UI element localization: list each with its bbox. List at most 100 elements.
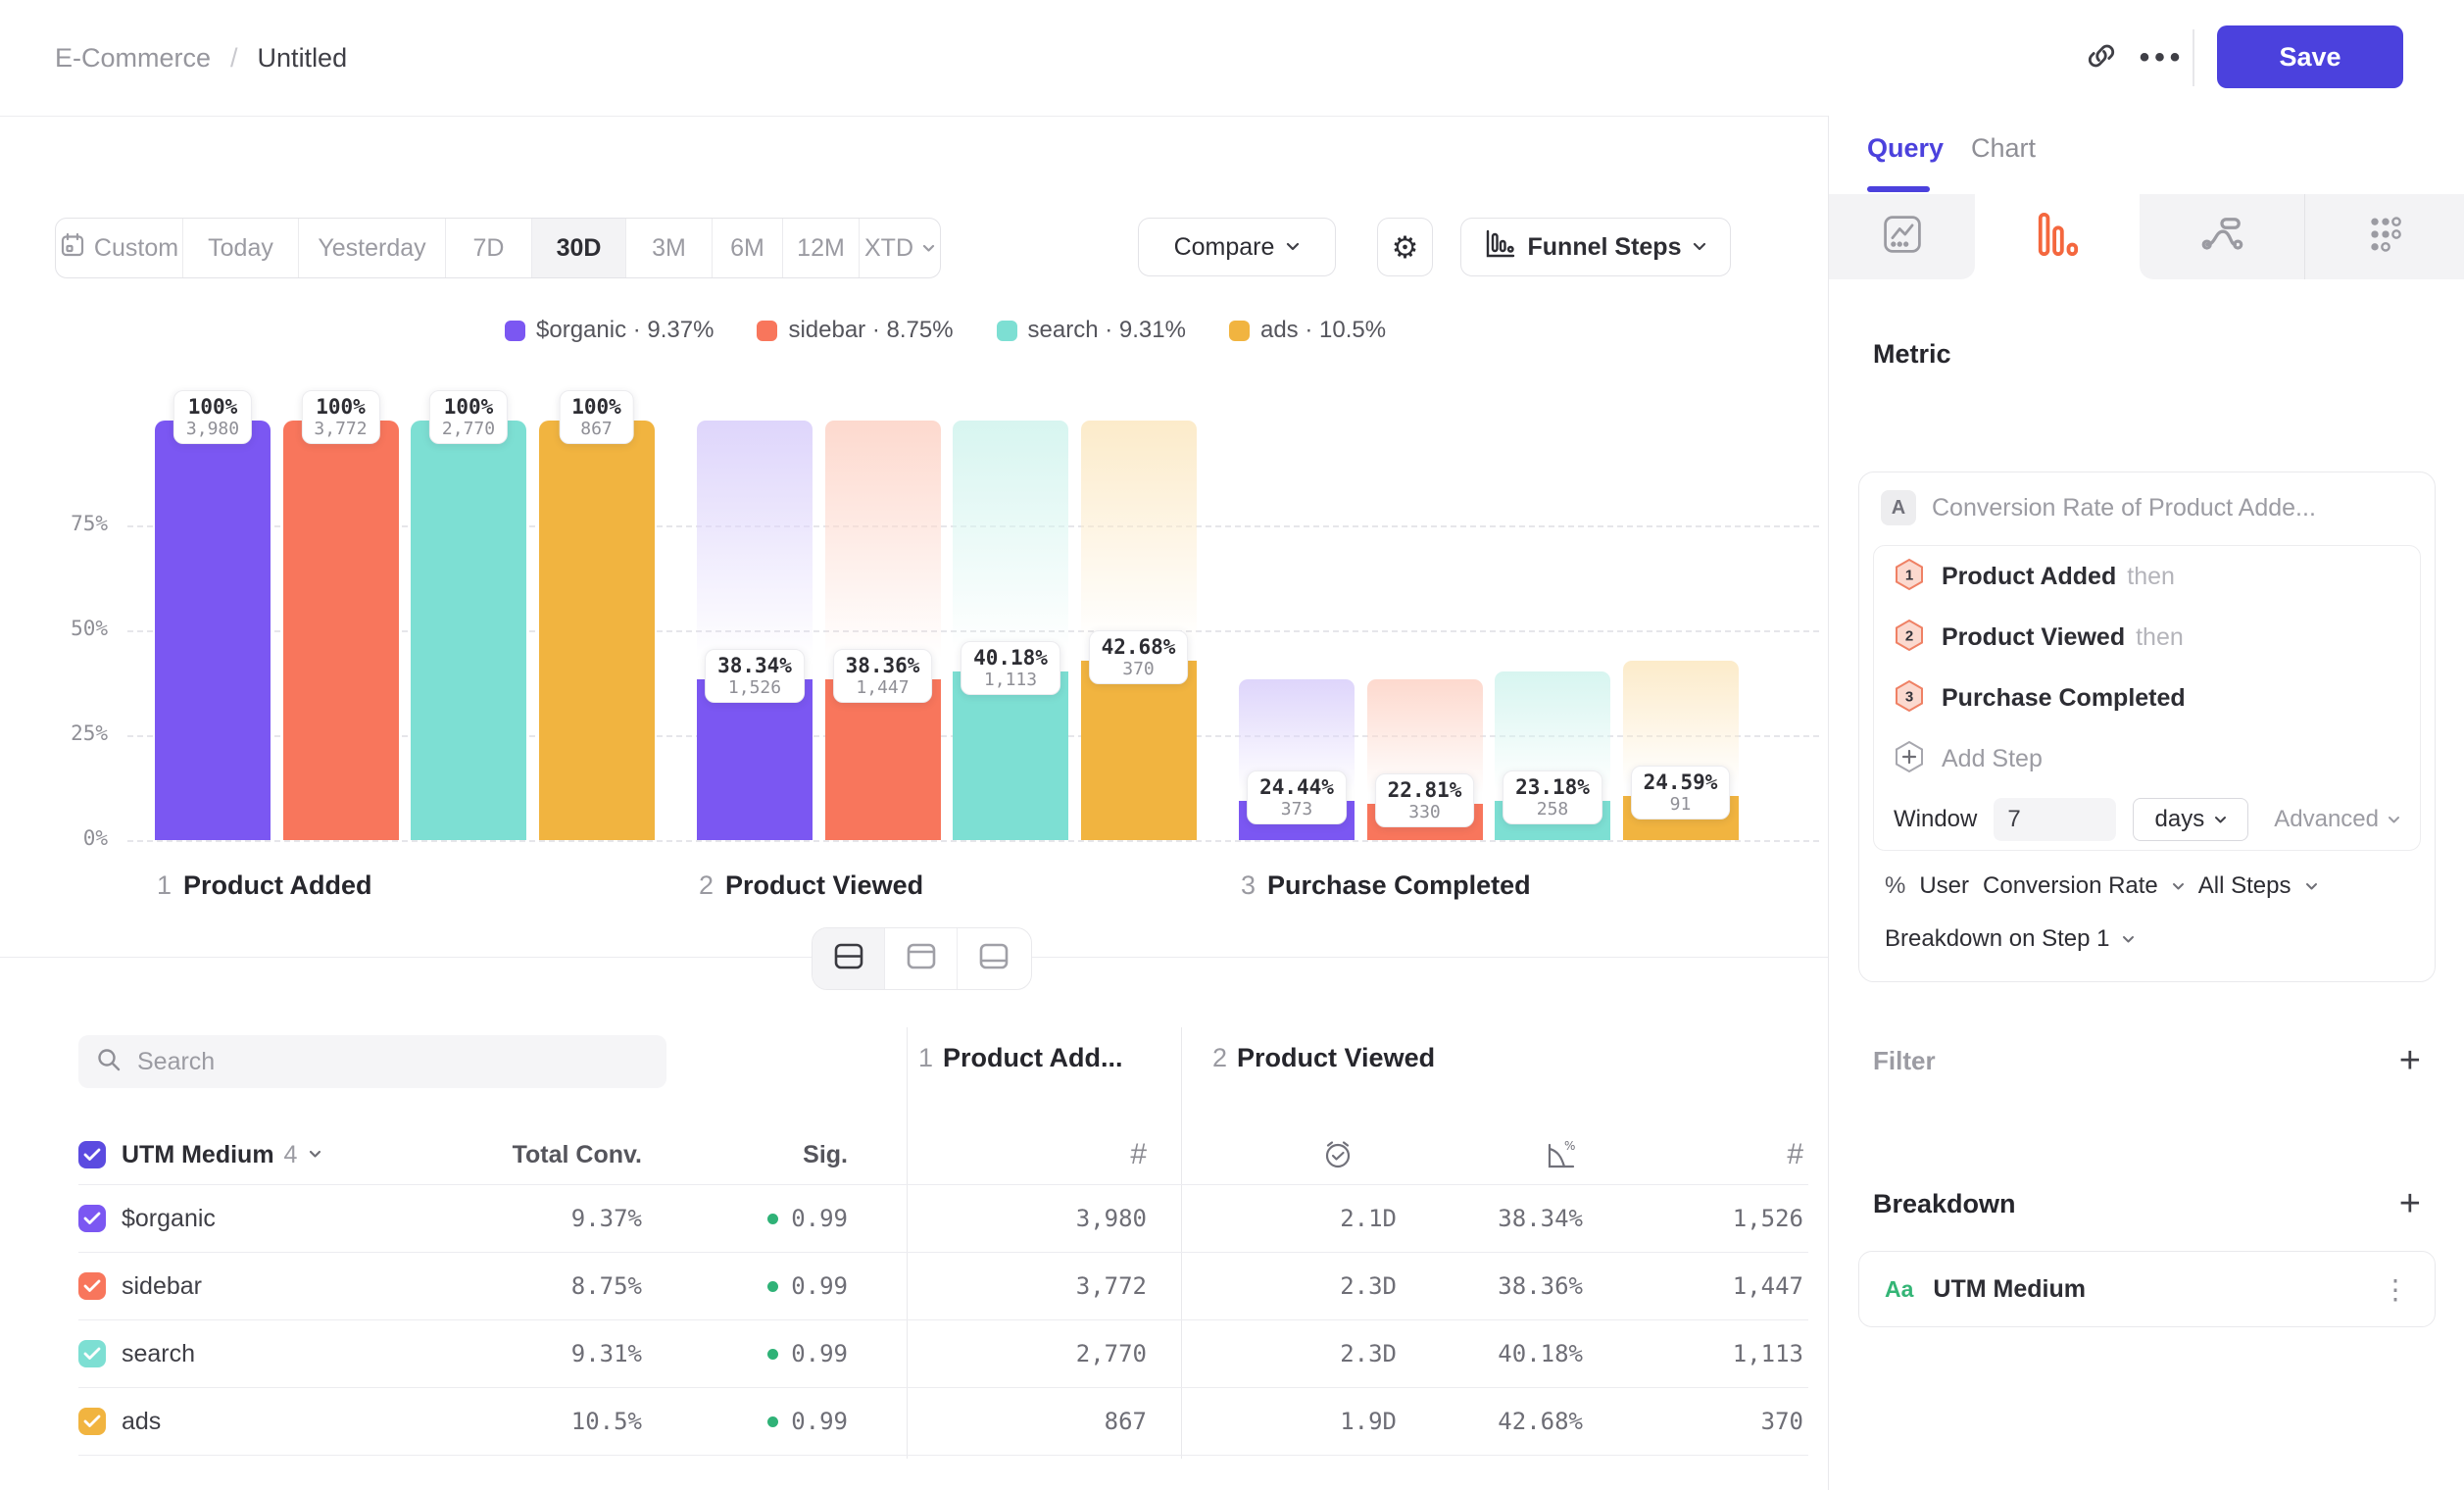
range-today[interactable]: Today [183, 219, 299, 277]
total-conv-header[interactable]: Total Conv. [485, 1125, 642, 1184]
save-button[interactable]: Save [2217, 25, 2403, 88]
layout-option-panel-top[interactable] [885, 928, 958, 989]
chart-percent-icon: % [1545, 1139, 1578, 1170]
sidebar-step-2[interactable]: 2Product Viewedthen [1874, 607, 2420, 668]
range-label: 7D [473, 234, 505, 263]
bar-pct: 100% [571, 395, 621, 419]
count-column-icon[interactable]: # [1666, 1125, 1803, 1184]
row-checkbox[interactable] [78, 1408, 106, 1435]
hash-icon: # [1130, 1138, 1147, 1171]
step-hexagon-icon: 3 [1894, 679, 1925, 718]
table-row-ads[interactable]: ads10.5%0.998671.9D42.68%370 [78, 1387, 1808, 1455]
tab-chart[interactable]: Chart [1971, 133, 2036, 164]
bar-search-step1[interactable] [411, 421, 526, 840]
step1-count: 2,770 [1076, 1340, 1147, 1367]
chevron-down-icon [922, 244, 935, 253]
more-menu-button[interactable]: ••• [2135, 0, 2190, 116]
group-column-header[interactable]: UTM Medium4 [78, 1125, 510, 1184]
breadcrumb-project[interactable]: E-Commerce [55, 43, 211, 74]
settings-button[interactable]: ⚙ [1377, 218, 1433, 276]
chart-type-button[interactable]: Funnel Steps [1460, 218, 1731, 276]
table-row-search[interactable]: search9.31%0.992,7702.3D40.18%1,113 [78, 1319, 1808, 1387]
item-menu-icon[interactable]: ⋮ [2382, 1273, 2409, 1306]
step2-count: 1,526 [1733, 1205, 1803, 1232]
tab-flows[interactable] [2140, 194, 2304, 279]
share-link-button[interactable] [2076, 0, 2127, 116]
table-row-sidebar[interactable]: sidebar8.75%0.993,7722.3D38.36%1,447 [78, 1252, 1808, 1319]
sidebar-step-3[interactable]: 3Purchase Completed [1874, 668, 2420, 728]
tab-insights[interactable] [1829, 194, 1975, 279]
row-checkbox[interactable] [78, 1272, 106, 1300]
range-label: XTD [864, 234, 913, 263]
bar-ads-step1[interactable] [539, 421, 655, 840]
compare-button[interactable]: Compare [1138, 218, 1336, 276]
layout-option-split-horizontal[interactable] [813, 928, 885, 989]
report-title[interactable]: Untitled [258, 43, 348, 74]
legend-item-organic[interactable]: $organic · 9.37% [505, 317, 714, 344]
counting-method[interactable]: User [1919, 872, 1969, 900]
time-to-convert-icon[interactable] [1299, 1125, 1377, 1184]
range-3m[interactable]: 3M [626, 219, 713, 277]
bar-organic-step1[interactable] [155, 421, 271, 840]
sig-value: 0.99 [791, 1340, 848, 1367]
search-input[interactable] [135, 1047, 629, 1077]
measurement-row: % User Conversion Rate All Steps [1885, 872, 2318, 900]
window-unit-select[interactable]: days [2133, 798, 2248, 841]
step1-count: 867 [1105, 1408, 1147, 1435]
segment-name: $organic [122, 1205, 216, 1233]
window-value-input[interactable] [1994, 798, 2116, 841]
grid-dots-icon [2364, 213, 2407, 261]
metric-name[interactable]: Conversion Rate of Product Adde... [1932, 494, 2316, 522]
range-12m[interactable]: 12M [783, 219, 860, 277]
sidebar-step-1[interactable]: 1Product Addedthen [1874, 546, 2420, 607]
bar-count: 3,980 [186, 419, 239, 439]
measurement-select[interactable]: Conversion Rate [1983, 872, 2158, 900]
step2-count: 1,113 [1733, 1340, 1803, 1367]
select-all-checkbox[interactable] [78, 1141, 106, 1168]
legend-swatch [997, 321, 1017, 341]
step-number: 3 [1241, 870, 1256, 900]
advanced-toggle[interactable]: Advanced [2274, 806, 2400, 833]
legend-item-search[interactable]: search · 9.31% [997, 317, 1186, 344]
breakdown-on-step-select[interactable]: Breakdown on Step 1 [1885, 925, 2135, 953]
bar-ads-step2[interactable] [1081, 661, 1197, 840]
layout-option-panel-bottom[interactable] [958, 928, 1030, 989]
bar-pct: 23.18% [1515, 775, 1590, 799]
table-search[interactable] [78, 1035, 666, 1088]
metric-heading: Metric [1873, 339, 1951, 370]
bar-sidebar-step2[interactable] [825, 679, 941, 840]
step1-count: 3,772 [1076, 1272, 1147, 1300]
range-xtd[interactable]: XTD [860, 219, 940, 277]
count-column-icon[interactable]: # [1014, 1125, 1147, 1184]
bar-search-step2[interactable] [953, 671, 1068, 840]
tab-funnels[interactable] [1975, 194, 2140, 279]
row-checkbox[interactable] [78, 1340, 106, 1367]
conversion-rate-icon[interactable]: % [1522, 1125, 1601, 1184]
row-checkbox[interactable] [78, 1205, 106, 1232]
legend-item-ads[interactable]: ads · 10.5% [1229, 317, 1386, 344]
breakdown-item[interactable]: Aa UTM Medium ⋮ [1858, 1251, 2436, 1327]
add-breakdown-button[interactable]: + [2399, 1186, 2421, 1221]
add-step-button[interactable]: Add Step [1874, 728, 2420, 789]
legend-item-sidebar[interactable]: sidebar · 8.75% [757, 317, 953, 344]
add-filter-button[interactable]: + [2399, 1043, 2421, 1078]
sig-value: 0.99 [791, 1272, 848, 1300]
segment-name: search [122, 1340, 195, 1368]
step2-avg-time: 2.3D [1340, 1272, 1397, 1300]
range-yesterday[interactable]: Yesterday [299, 219, 446, 277]
range-6m[interactable]: 6M [713, 219, 783, 277]
table-row-organic[interactable]: $organic9.37%0.993,9802.1D38.34%1,526 [78, 1184, 1808, 1252]
chart-step-label-3: 3Purchase Completed [1241, 870, 1531, 901]
tab-retention[interactable] [2304, 194, 2464, 279]
sig-header[interactable]: Sig. [691, 1125, 848, 1184]
range-custom[interactable]: Custom [56, 219, 183, 277]
bar-value-label: 100%867 [559, 390, 634, 444]
range-7d[interactable]: 7D [446, 219, 532, 277]
bar-sidebar-step1[interactable] [283, 421, 399, 840]
panel-bottom-icon [979, 943, 1009, 974]
range-30d[interactable]: 30D [532, 219, 626, 277]
steps-scope-select[interactable]: All Steps [2198, 872, 2292, 900]
tab-query[interactable]: Query [1867, 133, 1944, 164]
bar-organic-step2[interactable] [697, 679, 813, 840]
breakdown-property-name: UTM Medium [1933, 1275, 2086, 1304]
